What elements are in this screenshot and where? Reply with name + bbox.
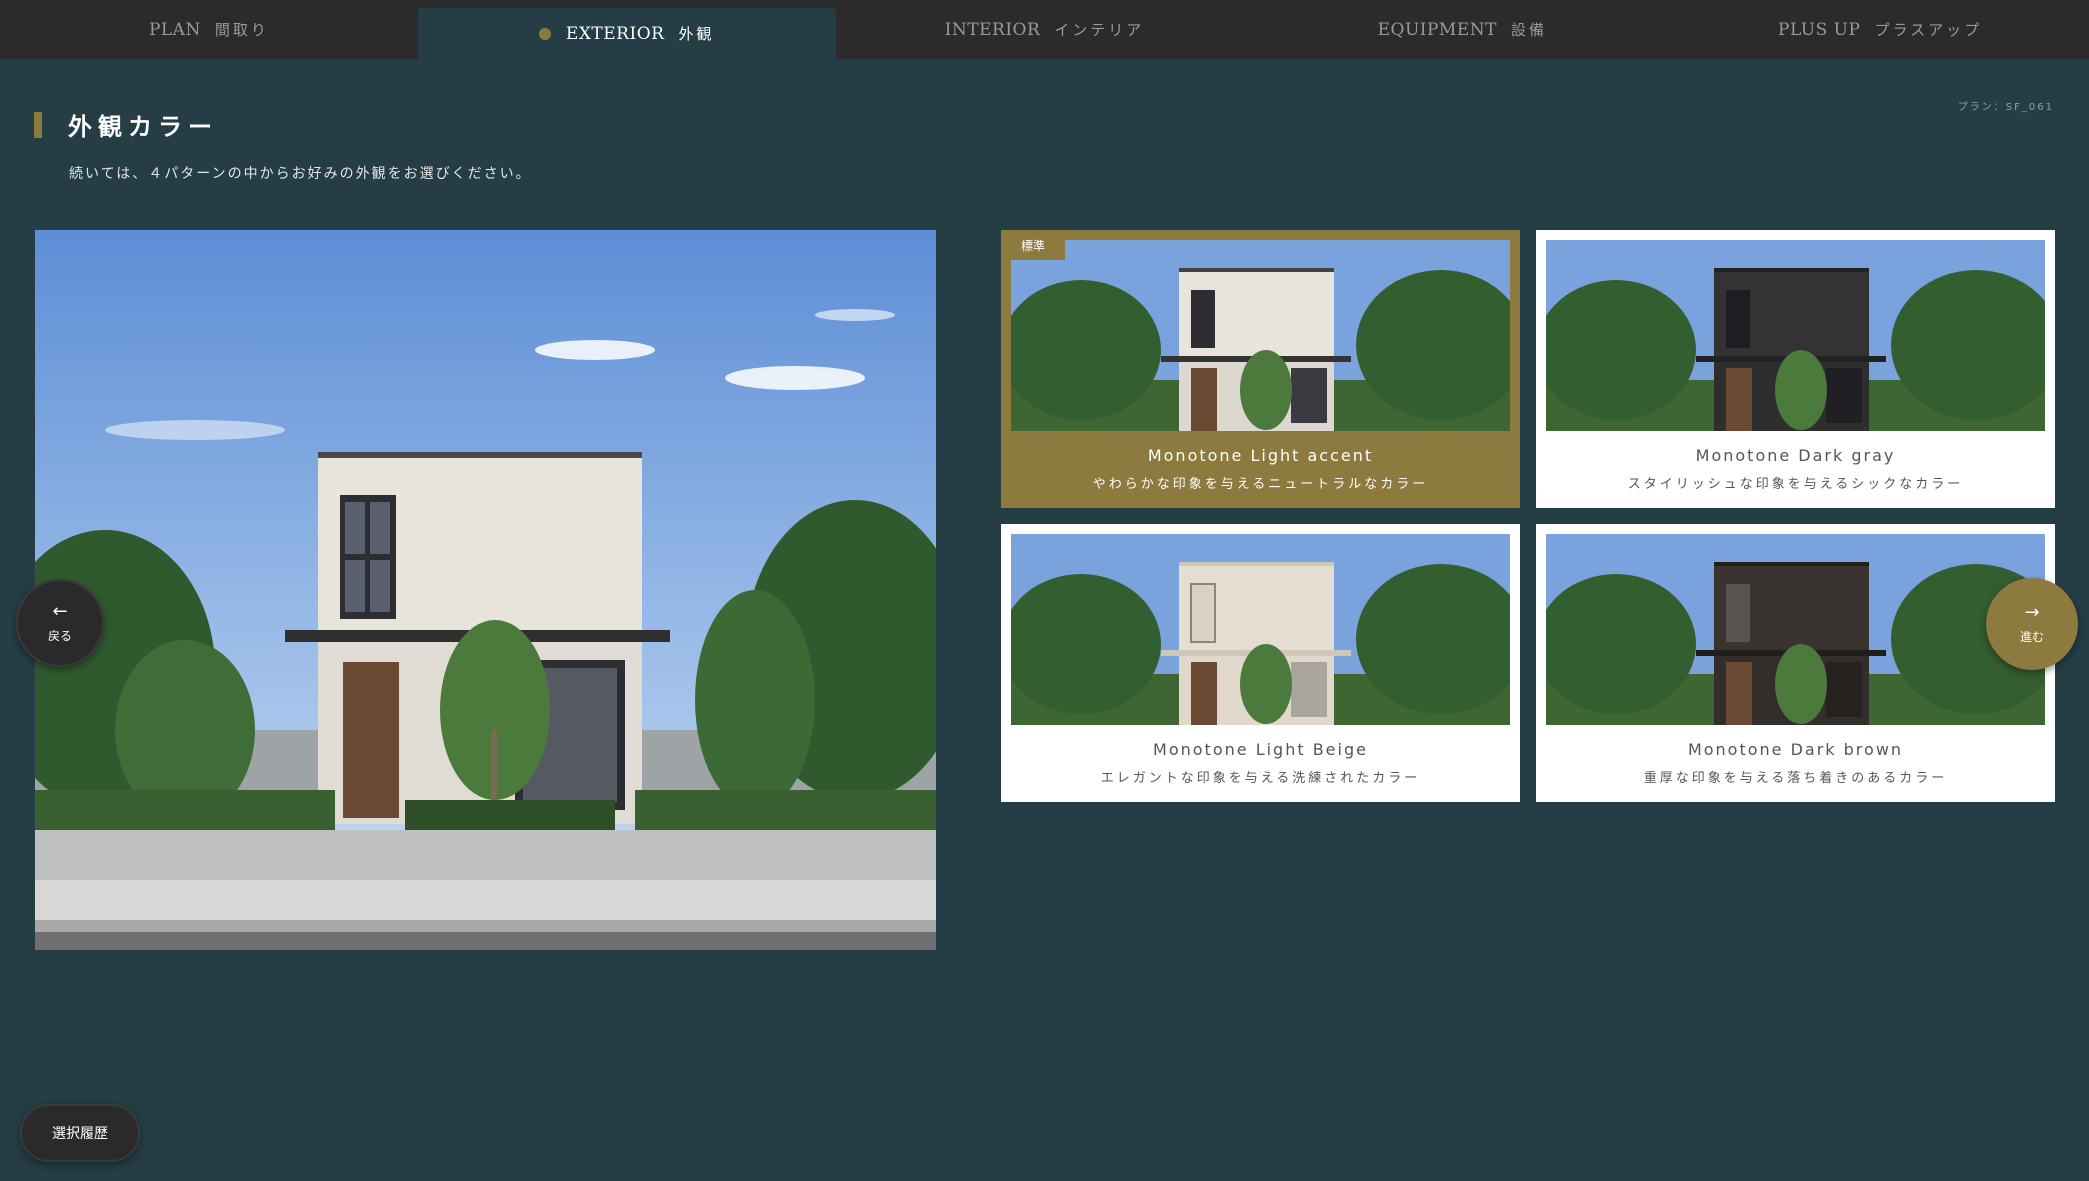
tab-equipment-en: EQUIPMENT [1377, 19, 1497, 40]
option-desc: 重厚な印象を与える落ち着きのあるカラー [1643, 771, 1948, 786]
active-dot-icon [538, 27, 551, 40]
tab-interior-en: INTERIOR [944, 19, 1041, 40]
tab-interior[interactable]: INTERIOR インテリア [836, 0, 1254, 59]
page-title: 外観カラー [68, 113, 218, 141]
tab-exterior-jp: 外観 [678, 25, 715, 43]
page-subtitle: 続いては、４パターンの中からお好みの外観をお選びください。 [69, 166, 532, 182]
standard-badge: 標準 [1001, 230, 1065, 260]
tab-plus-up[interactable]: PLUS UP プラスアップ [1671, 0, 2089, 59]
tab-plan[interactable]: PLAN 間取り [0, 0, 418, 59]
option-card-light-accent[interactable]: 標準 Monotone Light accent やわらかな印象を与えるニュート… [1001, 230, 1520, 508]
next-label: 進む [2019, 629, 2044, 644]
selection-history-label: 選択履歴 [52, 1126, 108, 1142]
house-thumb-light-accent [1011, 240, 1510, 431]
option-card-light-beige[interactable]: Monotone Light Beige エレガントな印象を与える洗練されたカラ… [1001, 524, 1520, 802]
next-button[interactable]: → 進む [1986, 578, 2078, 670]
option-card-dark-gray[interactable]: Monotone Dark gray スタイリッシュな印象を与えるシックなカラー [1536, 230, 2055, 508]
tab-plan-jp: 間取り [214, 21, 269, 39]
option-thumb-light-accent [1011, 240, 1510, 431]
back-label: 戻る [47, 628, 72, 643]
option-thumb-dark-gray [1546, 240, 2045, 431]
tab-equipment[interactable]: EQUIPMENT 設備 [1253, 0, 1671, 59]
tab-exterior-en: EXTERIOR [565, 23, 665, 44]
option-name: Monotone Light Beige [1153, 740, 1368, 759]
title-accent-bar [34, 111, 42, 138]
tab-plan-en: PLAN [148, 19, 201, 40]
option-thumb-dark-brown [1546, 534, 2045, 725]
house-thumb-light-beige [1011, 534, 1510, 725]
option-card-dark-brown[interactable]: Monotone Dark brown 重厚な印象を与える落ち着きのあるカラー [1536, 524, 2055, 802]
option-desc: エレガントな印象を与える洗練されたカラー [1100, 771, 1421, 786]
option-name: Monotone Dark brown [1687, 740, 1904, 759]
tab-plus-up-en: PLUS UP [1778, 19, 1861, 40]
house-thumb-dark-gray [1546, 240, 2045, 431]
option-name: Monotone Dark gray [1695, 446, 1896, 465]
arrow-right-icon: → [2024, 601, 2040, 623]
arrow-left-icon: ← [52, 600, 68, 622]
option-desc: スタイリッシュな印象を与えるシックなカラー [1627, 477, 1964, 492]
tab-plus-up-jp: プラスアップ [1874, 21, 1983, 39]
house-thumb-dark-brown [1546, 534, 2045, 725]
tab-equipment-jp: 設備 [1510, 21, 1547, 39]
option-desc: やわらかな印象を与えるニュートラルなカラー [1092, 477, 1429, 492]
section-title: 外観カラー [34, 107, 218, 142]
option-thumb-light-beige [1011, 534, 1510, 725]
back-button[interactable]: ← 戻る [16, 579, 104, 667]
house-illustration [35, 230, 936, 950]
option-name: Monotone Light accent [1147, 446, 1374, 465]
top-nav: PLAN 間取り EXTERIOR 外観 INTERIOR インテリア EQUI… [0, 0, 2089, 59]
plan-code: プラン：SF_061 [1957, 102, 2054, 113]
tab-interior-jp: インテリア [1054, 21, 1145, 39]
exterior-preview-image [35, 230, 936, 950]
selection-history-button[interactable]: 選択履歴 [20, 1104, 140, 1162]
tab-exterior[interactable]: EXTERIOR 外観 [417, 8, 836, 59]
